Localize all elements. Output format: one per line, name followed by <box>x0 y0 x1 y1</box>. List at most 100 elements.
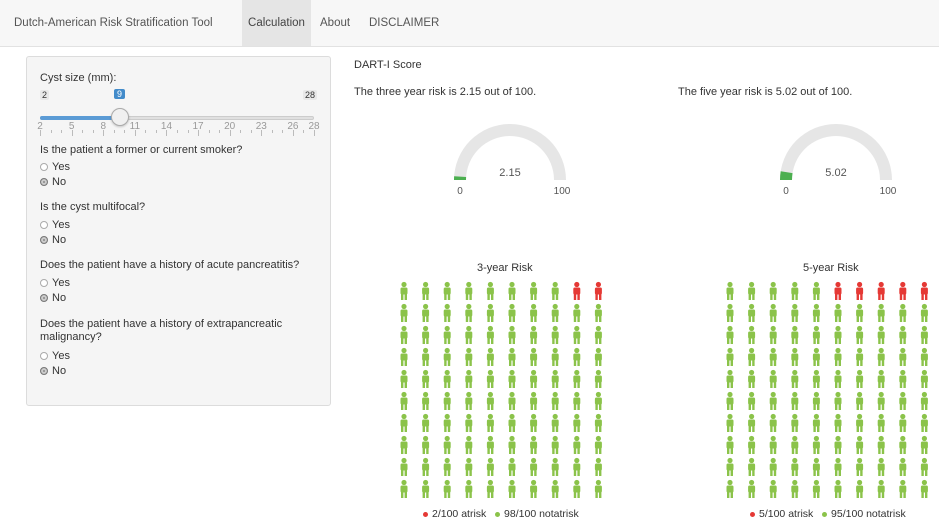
radio-icon[interactable] <box>40 221 48 229</box>
person-icon <box>551 413 559 432</box>
slider-tick <box>177 130 178 133</box>
radio-checked-icon[interactable] <box>40 294 48 302</box>
person-icon <box>834 325 842 344</box>
person-icon <box>920 391 928 410</box>
five-year-gauge: 5.02 0 100 <box>780 124 897 197</box>
multifocal-yes-option[interactable]: Yes <box>40 219 70 231</box>
person-icon <box>594 347 602 366</box>
person-icon <box>573 479 581 498</box>
person-icon <box>551 369 559 388</box>
app-brand[interactable]: Dutch-American Risk Stratification Tool <box>14 17 213 29</box>
tab-about[interactable]: About <box>312 0 358 46</box>
person-icon <box>748 435 756 454</box>
person-icon <box>748 325 756 344</box>
person-icon <box>877 413 885 432</box>
person-icon <box>443 303 451 322</box>
radio-icon[interactable] <box>40 352 48 360</box>
malignancy-yes-option[interactable]: Yes <box>40 350 70 362</box>
person-icon <box>748 391 756 410</box>
smoker-no-option[interactable]: No <box>40 176 66 188</box>
input-panel <box>26 56 331 406</box>
pancreatitis-yes-option[interactable]: Yes <box>40 277 70 289</box>
tab-calculation[interactable]: Calculation <box>242 0 311 46</box>
person-icon <box>877 281 885 300</box>
slider-tick-label: 17 <box>192 121 204 132</box>
person-icon <box>594 369 602 388</box>
radio-icon[interactable] <box>40 279 48 287</box>
person-icon <box>465 303 473 322</box>
gauge-max-label: 100 <box>880 186 897 197</box>
slider-tick <box>155 130 157 133</box>
slider-tick-label: 23 <box>255 121 267 132</box>
person-icon <box>422 391 430 410</box>
person-icon <box>443 325 451 344</box>
slider-tick <box>240 130 242 133</box>
radio-checked-icon[interactable] <box>40 236 48 244</box>
person-icon <box>726 303 734 322</box>
person-icon <box>877 347 885 366</box>
person-icon <box>791 391 799 410</box>
person-icon <box>920 479 928 498</box>
five-year-chart-title: 5-year Risk <box>803 262 859 274</box>
person-icon <box>573 369 581 388</box>
person-icon <box>791 347 799 366</box>
person-icon <box>899 347 907 366</box>
person-icon <box>573 435 581 454</box>
person-icon <box>530 281 538 300</box>
person-icon <box>400 303 408 322</box>
cyst-size-slider-handle[interactable] <box>111 108 129 126</box>
person-icon <box>530 479 538 498</box>
person-icon <box>856 391 864 410</box>
person-icon <box>920 303 928 322</box>
person-icon <box>726 391 734 410</box>
person-icon <box>465 369 473 388</box>
person-icon <box>791 303 799 322</box>
person-icon <box>769 281 777 300</box>
person-icon <box>748 369 756 388</box>
slider-tick-label: 11 <box>129 121 141 132</box>
person-icon <box>486 303 494 322</box>
person-icon <box>443 479 451 498</box>
person-icon <box>812 347 820 366</box>
tab-disclaimer[interactable]: DISCLAIMER <box>361 0 447 46</box>
three-year-legend-atrisk: 2/100 atrisk <box>432 508 487 520</box>
slider-min-label: 2 <box>40 90 50 100</box>
person-icon <box>812 303 820 322</box>
person-icon <box>920 457 928 476</box>
person-icon <box>400 457 408 476</box>
person-icon <box>920 413 928 432</box>
malignancy-no-option[interactable]: No <box>40 365 66 377</box>
person-icon <box>877 479 885 498</box>
person-icon <box>856 303 864 322</box>
person-icon <box>834 391 842 410</box>
person-icon <box>443 369 451 388</box>
person-icon <box>856 413 864 432</box>
person-icon <box>422 369 430 388</box>
person-icon <box>486 479 494 498</box>
multifocal-no-option[interactable]: No <box>40 234 66 246</box>
person-icon <box>486 413 494 432</box>
person-icon <box>769 413 777 432</box>
person-icon <box>920 369 928 388</box>
smoker-yes-option[interactable]: Yes <box>40 161 70 173</box>
person-icon <box>486 325 494 344</box>
five-year-legend-atrisk: 5/100 atrisk <box>759 508 814 520</box>
pancreatitis-no-option[interactable]: No <box>40 292 66 304</box>
person-icon <box>486 281 494 300</box>
person-icon <box>791 325 799 344</box>
person-icon <box>791 457 799 476</box>
person-icon <box>551 347 559 366</box>
person-icon <box>508 391 516 410</box>
radio-checked-icon[interactable] <box>40 367 48 375</box>
radio-checked-icon[interactable] <box>40 178 48 186</box>
person-icon <box>899 413 907 432</box>
person-icon <box>508 457 516 476</box>
person-icon <box>465 391 473 410</box>
person-icon <box>899 281 907 300</box>
person-icon <box>834 303 842 322</box>
slider-tick <box>219 130 221 133</box>
person-icon <box>594 457 602 476</box>
radio-icon[interactable] <box>40 163 48 171</box>
person-icon <box>573 413 581 432</box>
person-icon <box>877 369 885 388</box>
